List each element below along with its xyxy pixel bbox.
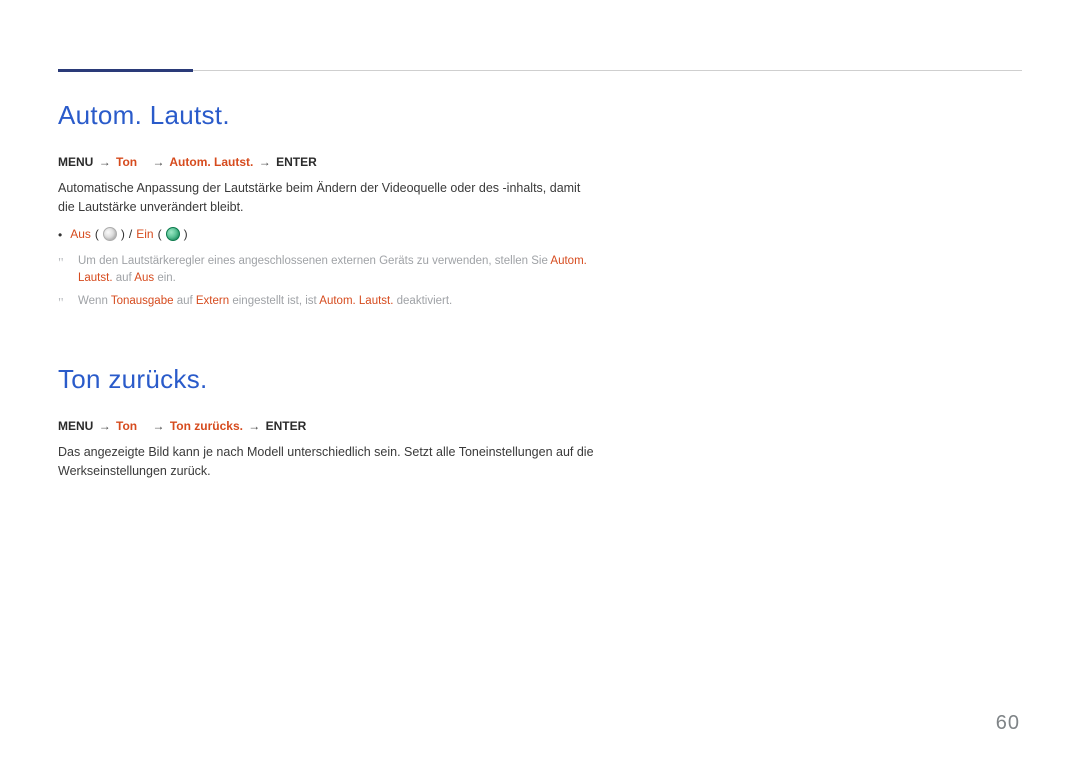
- path-enter: ENTER: [266, 419, 307, 433]
- section-ton-zuruecks: Ton zurücks. MENU → Ton → Ton zurücks. →…: [58, 364, 618, 481]
- t: Autom. Lautst.: [319, 295, 393, 307]
- t: eingestellt ist, ist: [232, 295, 319, 307]
- arrow-icon: →: [150, 155, 166, 169]
- path-item: Autom. Lautst.: [169, 155, 253, 169]
- body-2: Das angezeigte Bild kann je nach Modell …: [58, 443, 598, 481]
- paren-close: ): [184, 227, 188, 241]
- page: Autom. Lautst. MENU → Ton → Autom. Lauts…: [0, 0, 1080, 763]
- path-menu: MENU: [58, 419, 93, 433]
- path-menu: MENU: [58, 155, 93, 169]
- heading-ton-zuruecks: Ton zurücks.: [58, 364, 618, 395]
- paren-close: ): [121, 227, 125, 241]
- note-row: " Um den Lautstärkeregler eines angeschl…: [58, 253, 618, 288]
- slash: /: [129, 227, 132, 241]
- paren-open: (: [95, 227, 99, 241]
- option-ein: Ein: [136, 227, 153, 241]
- note-mark-icon: ": [58, 293, 68, 314]
- t: Aus: [134, 272, 154, 284]
- note-mark-icon: ": [58, 253, 68, 288]
- body-1: Automatische Anpassung der Lautstärke be…: [58, 179, 598, 217]
- t: Tonausgabe: [111, 295, 174, 307]
- note-body: Wenn Tonausgabe auf Extern eingestellt i…: [78, 293, 618, 314]
- heading-autom-lautst: Autom. Lautst.: [58, 100, 618, 131]
- path-item: Ton zurücks.: [170, 419, 243, 433]
- menu-path-1: MENU → Ton → Autom. Lautst. → ENTER: [58, 155, 618, 169]
- page-number: 60: [996, 712, 1020, 735]
- paren-open: (: [158, 227, 162, 241]
- top-divider: [58, 70, 1022, 71]
- option-row: • Aus ( ) / Ein ( ): [58, 227, 618, 249]
- path-ton: Ton: [116, 155, 137, 169]
- path-ton: Ton: [116, 419, 137, 433]
- arrow-icon: →: [97, 419, 113, 433]
- notes: " Um den Lautstärkeregler eines angeschl…: [58, 253, 618, 315]
- menu-path-2: MENU → Ton → Ton zurücks. → ENTER: [58, 419, 618, 433]
- option-aus: Aus: [70, 227, 91, 241]
- option-line: Aus ( ) / Ein ( ): [70, 227, 187, 241]
- path-enter: ENTER: [276, 155, 317, 169]
- arrow-icon: →: [246, 419, 262, 433]
- top-accent: [58, 69, 193, 72]
- t: Extern: [196, 295, 229, 307]
- t: deaktiviert.: [397, 295, 453, 307]
- t: ein.: [157, 272, 176, 284]
- bullet-icon: •: [58, 227, 62, 244]
- note-row: " Wenn Tonausgabe auf Extern eingestellt…: [58, 293, 618, 314]
- toggle-on-icon: [166, 227, 180, 241]
- t: Um den Lautstärkeregler eines angeschlos…: [78, 255, 550, 267]
- toggle-off-icon: [103, 227, 117, 241]
- t: auf: [116, 272, 135, 284]
- arrow-icon: →: [257, 155, 273, 169]
- arrow-icon: →: [97, 155, 113, 169]
- t: Wenn: [78, 295, 111, 307]
- t: auf: [177, 295, 196, 307]
- arrow-icon: →: [150, 419, 166, 433]
- note-body: Um den Lautstärkeregler eines angeschlos…: [78, 253, 618, 288]
- content-column: Autom. Lautst. MENU → Ton → Autom. Lauts…: [58, 100, 618, 481]
- options-block: • Aus ( ) / Ein ( ): [58, 227, 618, 249]
